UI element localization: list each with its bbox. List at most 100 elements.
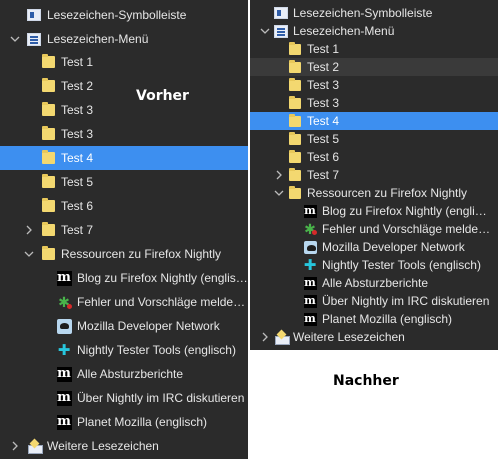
folder-icon — [40, 102, 56, 118]
tree-row-bookmark[interactable]: m Über Nightly im IRC diskutieren — [250, 292, 498, 310]
row-label: Test 5 — [307, 132, 340, 146]
row-label: Alle Absturzberichte — [77, 367, 184, 381]
chevron-down-icon[interactable] — [24, 249, 34, 259]
tree-row-folder[interactable]: Test 7 — [250, 166, 498, 184]
m-icon: m — [56, 389, 72, 406]
tree-row-toolbar[interactable]: Lesezeichen-Symbolleiste — [0, 3, 248, 27]
other-bookmarks-icon — [26, 438, 43, 454]
tree-row-menu[interactable]: Lesezeichen-Menü — [0, 27, 248, 51]
toolbar-icon — [26, 7, 42, 23]
row-label: Mozilla Developer Network — [77, 319, 220, 333]
tree-row-other[interactable]: Weitere Lesezeichen — [250, 328, 498, 346]
folder-icon — [288, 95, 302, 110]
tree-row-folder[interactable]: Test 3 — [0, 122, 248, 146]
tree-row-folder-selected[interactable]: Test 4 — [250, 112, 498, 130]
chevron-down-icon[interactable] — [260, 26, 270, 36]
tree-row-bookmark[interactable]: m Alle Absturzberichte — [0, 362, 248, 386]
tree-row-bookmark[interactable]: m Alle Absturzberichte — [250, 274, 498, 292]
m-icon: m — [303, 311, 317, 326]
tree-row-folder[interactable]: Test 5 — [250, 130, 498, 148]
m-icon: m — [303, 275, 317, 290]
folder-icon — [288, 77, 302, 92]
chevron-right-icon[interactable] — [10, 441, 20, 451]
tree-row-folder[interactable]: Test 1 — [0, 50, 248, 74]
tree-row-toolbar[interactable]: Lesezeichen-Symbolleiste — [250, 4, 498, 22]
tree-row-bookmark[interactable]: m Blog zu Firefox Nightly (englisch) — [0, 266, 248, 290]
row-label: Planet Mozilla (englisch) — [77, 415, 208, 429]
tree-row-folder[interactable]: Test 1 — [250, 40, 498, 58]
tree-row-bookmark[interactable]: ✱ Fehler und Vorschläge melden… — [0, 290, 248, 314]
folder-icon — [40, 126, 56, 142]
row-label: Lesezeichen-Menü — [47, 32, 149, 46]
tree-row-bookmark[interactable]: ✚ Nightly Tester Tools (englisch) — [0, 338, 248, 362]
tree-row-folder[interactable]: Test 3 — [250, 76, 498, 94]
row-label: Lesezeichen-Symbolleiste — [293, 6, 433, 20]
folder-icon — [288, 149, 302, 164]
tree-row-folder-hovered[interactable]: Test 2 — [250, 58, 498, 76]
row-label: Nightly Tester Tools (englisch) — [77, 343, 236, 357]
tree-row-folder[interactable]: Test 3 — [250, 94, 498, 112]
row-label: Test 3 — [61, 103, 94, 117]
m-icon: m — [56, 269, 72, 286]
caption-before: Vorher — [136, 88, 189, 104]
tree-row-other[interactable]: Weitere Lesezeichen — [0, 434, 248, 458]
folder-icon — [288, 167, 302, 182]
folder-icon — [40, 222, 56, 238]
tree-row-folder[interactable]: Test 5 — [0, 170, 248, 194]
tree-row-resources[interactable]: Ressourcen zu Firefox Nightly — [0, 242, 248, 266]
row-label: Test 7 — [61, 223, 94, 237]
row-label: Fehler und Vorschläge melden… — [77, 295, 248, 309]
m-icon: m — [303, 293, 317, 308]
chevron-down-icon[interactable] — [274, 188, 284, 198]
tree-row-folder[interactable]: Test 6 — [0, 194, 248, 218]
tree-row-bookmark[interactable]: m Über Nightly im IRC diskutieren — [0, 386, 248, 410]
row-label: Planet Mozilla (englisch) — [322, 312, 453, 326]
row-label: Test 4 — [307, 114, 340, 128]
row-label: Test 6 — [61, 199, 94, 213]
mdn-icon — [303, 240, 317, 254]
tree-row-resources[interactable]: Ressourcen zu Firefox Nightly — [250, 184, 498, 202]
folder-icon — [288, 59, 302, 74]
tree-row-menu[interactable]: Lesezeichen-Menü — [250, 22, 498, 40]
m-icon: m — [56, 413, 72, 430]
row-label: Test 7 — [307, 168, 340, 182]
folder-icon — [288, 185, 302, 200]
row-label: Test 4 — [61, 151, 94, 165]
mdn-icon — [56, 318, 72, 334]
chevron-down-icon[interactable] — [10, 34, 20, 44]
row-label: Blog zu Firefox Nightly (englisch) — [322, 204, 492, 218]
folder-icon — [40, 246, 56, 262]
folder-icon — [288, 41, 302, 56]
chevron-right-icon[interactable] — [24, 225, 34, 235]
chevron-right-icon[interactable] — [274, 170, 284, 180]
tree-row-folder[interactable]: Test 6 — [250, 148, 498, 166]
row-label: Test 1 — [61, 55, 94, 69]
tree-row-bookmark[interactable]: m Planet Mozilla (englisch) — [0, 410, 248, 434]
row-label: Test 2 — [61, 79, 94, 93]
tree-row-bookmark[interactable]: m Blog zu Firefox Nightly (englisch) — [250, 202, 498, 220]
row-label: Ressourcen zu Firefox Nightly — [307, 186, 468, 200]
row-label: Test 5 — [61, 175, 94, 189]
tree-row-folder[interactable]: Test 3 — [0, 98, 248, 122]
folder-icon — [40, 198, 56, 214]
row-label: Test 3 — [307, 78, 340, 92]
chevron-right-icon[interactable] — [260, 332, 270, 342]
row-label: Test 1 — [307, 42, 340, 56]
tree-row-bookmark[interactable]: Mozilla Developer Network — [250, 238, 498, 256]
tree-row-bookmark[interactable]: m Planet Mozilla (englisch) — [250, 310, 498, 328]
tree-row-folder-selected[interactable]: Test 4 — [0, 146, 248, 170]
tree-row-bookmark[interactable]: ✚ Nightly Tester Tools (englisch) — [250, 256, 498, 274]
tree-row-folder[interactable]: Test 2 — [0, 74, 248, 98]
folder-icon — [288, 131, 302, 146]
tree-row-bookmark[interactable]: Mozilla Developer Network — [0, 314, 248, 338]
row-label: Über Nightly im IRC diskutieren — [322, 294, 490, 308]
row-label: Nightly Tester Tools (englisch) — [322, 258, 481, 272]
bug-icon: ✱ — [56, 294, 72, 310]
tree-row-bookmark[interactable]: ✱ Fehler und Vorschläge melden… — [250, 220, 498, 238]
row-label: Weitere Lesezeichen — [47, 439, 159, 453]
toolbar-icon — [274, 6, 288, 20]
row-label: Lesezeichen-Symbolleiste — [47, 8, 187, 22]
tree-row-folder[interactable]: Test 7 — [0, 218, 248, 242]
